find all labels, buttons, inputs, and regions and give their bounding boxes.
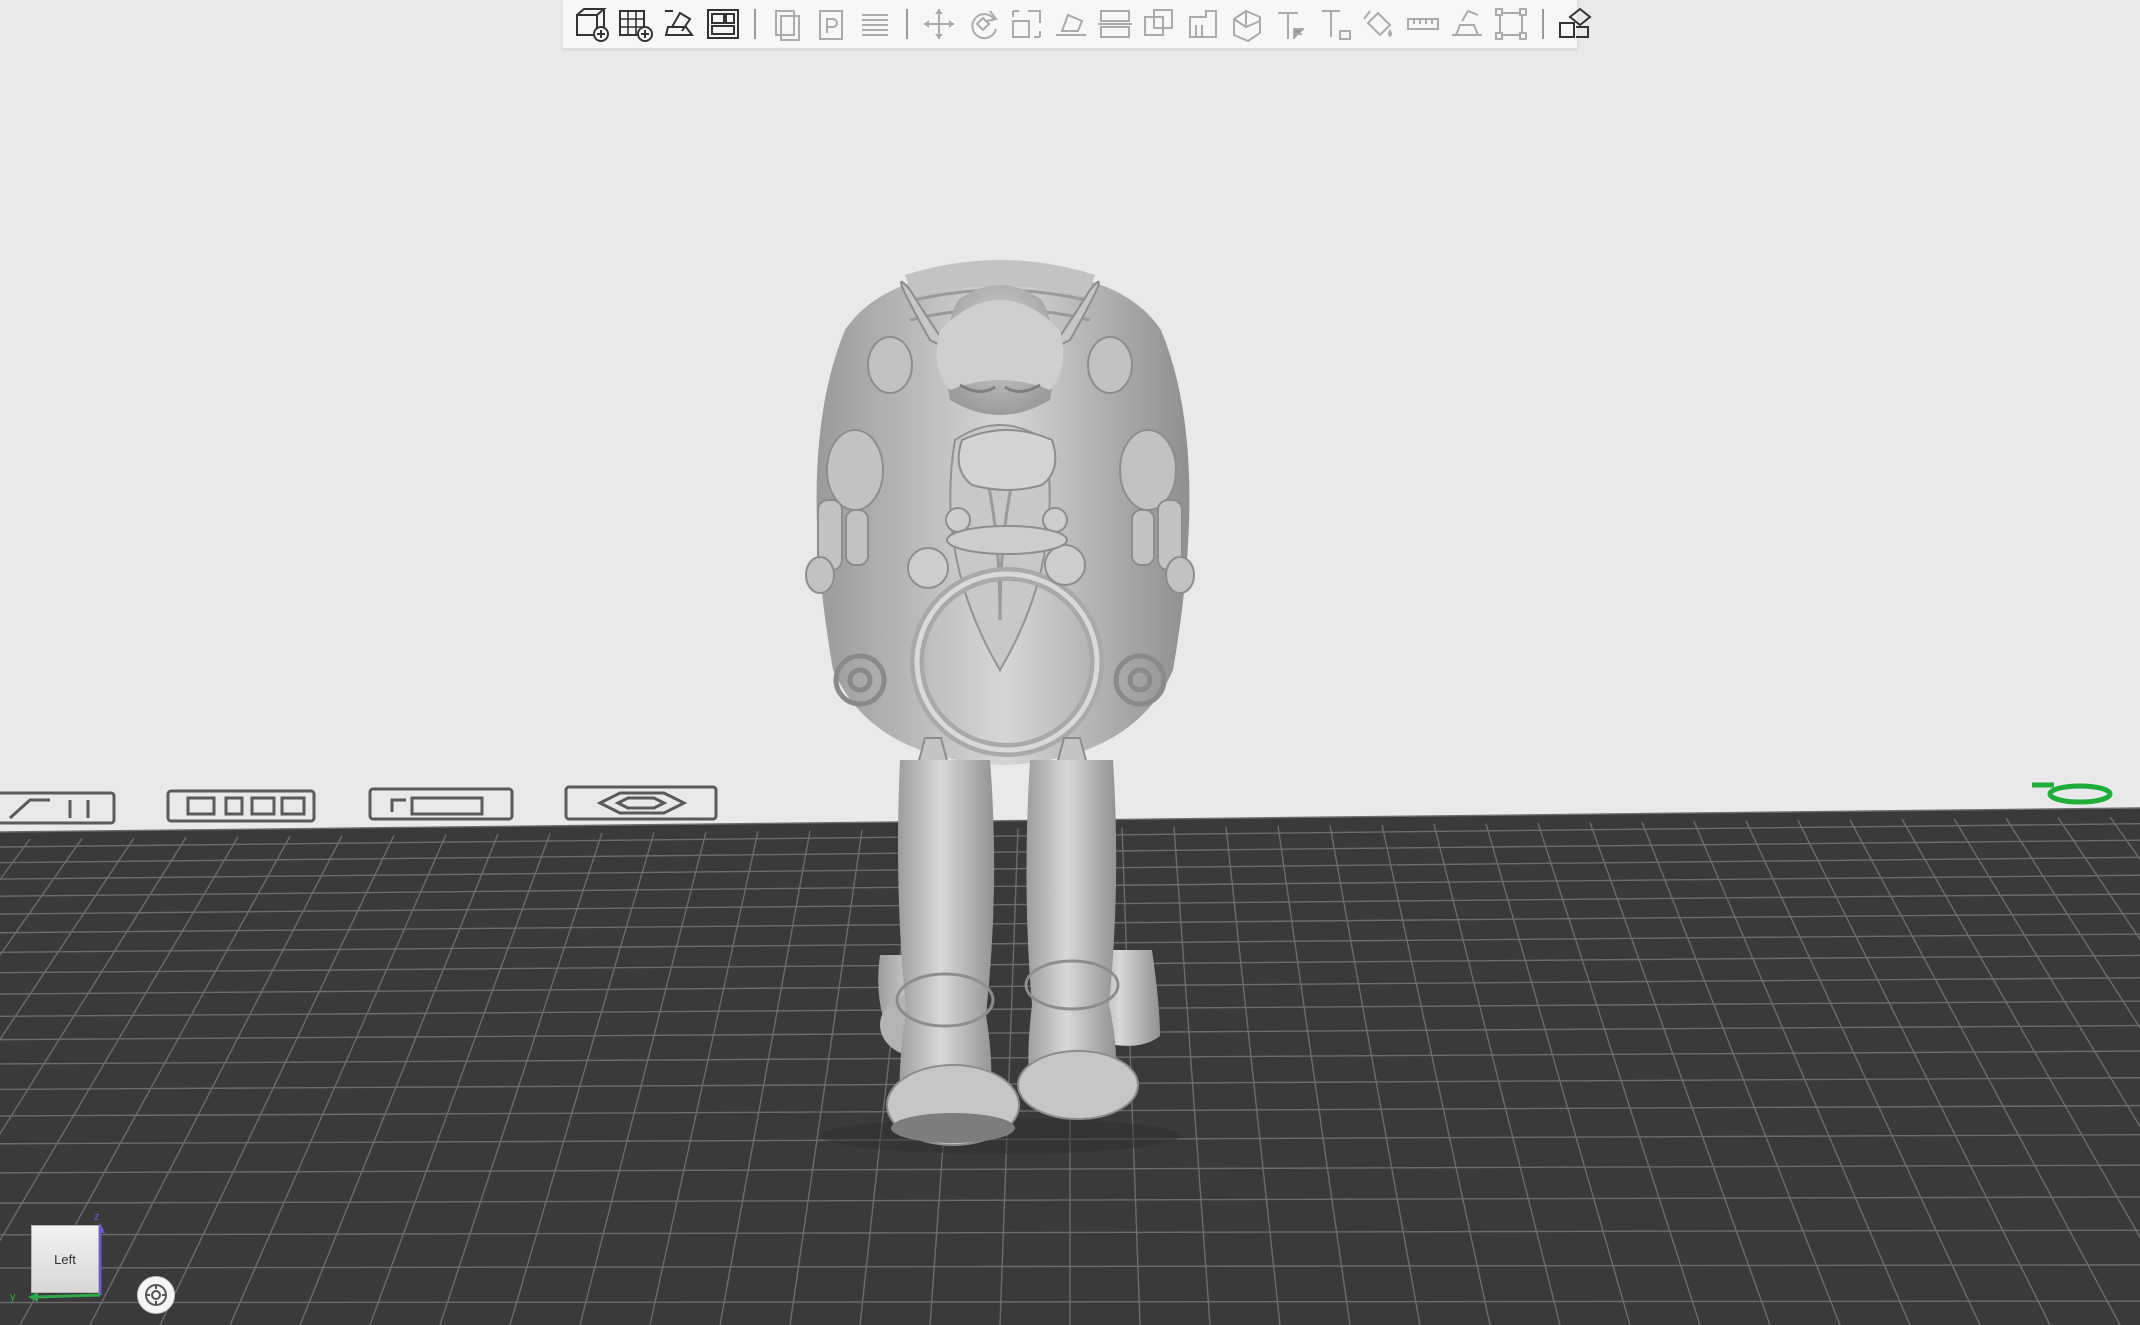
view-cube-face-left[interactable]: Left [31, 1225, 99, 1293]
camera-reset-icon [145, 1284, 167, 1306]
view-cube[interactable]: Left z y [10, 1211, 110, 1305]
axis-y-label: y [10, 1291, 16, 1303]
support-paint-button[interactable] [1181, 2, 1225, 46]
main-toolbar [563, 0, 1592, 49]
assembly-button[interactable] [1445, 2, 1489, 46]
arrange-button[interactable] [701, 2, 745, 46]
seam-paint-icon [1233, 9, 1261, 43]
toolbar-separator [1542, 9, 1544, 39]
copy-icon [775, 10, 800, 41]
seam-paint-button[interactable] [1225, 2, 1269, 46]
toolbar-separator [906, 9, 908, 39]
paste-icon [819, 10, 843, 40]
lay-on-face-button[interactable] [1049, 2, 1093, 46]
move-icon [924, 9, 954, 39]
support-paint-icon [1189, 10, 1217, 38]
add-object-icon [576, 8, 609, 42]
paste-button[interactable] [809, 2, 853, 46]
toolbar-separator [754, 9, 756, 39]
boolean-icon [1144, 9, 1173, 36]
fit-to-plate-button[interactable] [1489, 2, 1533, 46]
copy-button[interactable] [765, 2, 809, 46]
measure-icon [1407, 18, 1439, 30]
3d-viewport[interactable] [0, 0, 2140, 1325]
measure-button[interactable] [1401, 2, 1445, 46]
boolean-button[interactable] [1137, 2, 1181, 46]
add-plate-button[interactable] [613, 2, 657, 46]
scale-icon [1012, 10, 1041, 38]
split-icon [1559, 7, 1592, 38]
auto-orient-icon [664, 10, 694, 36]
add-plate-icon [619, 10, 653, 42]
color-paint-button[interactable] [1357, 2, 1401, 46]
split-button[interactable] [1553, 2, 1597, 46]
color-paint-icon [1363, 10, 1392, 37]
text-icon [1322, 10, 1351, 40]
fit-to-plate-icon [1495, 8, 1527, 40]
scale-button[interactable] [1005, 2, 1049, 46]
camera-reset-button[interactable] [137, 1276, 175, 1314]
add-object-button[interactable] [569, 2, 613, 46]
move-button[interactable] [917, 2, 961, 46]
cut-button[interactable] [1093, 2, 1137, 46]
assembly-icon [1452, 9, 1482, 36]
rotate-icon [971, 10, 998, 40]
cut-icon [1098, 10, 1132, 38]
axis-z-label: z [94, 1211, 100, 1223]
variable-layer-button[interactable] [1269, 2, 1313, 46]
rotate-button[interactable] [961, 2, 1005, 46]
lay-on-face-icon [1056, 13, 1086, 36]
layers-button[interactable] [853, 2, 897, 46]
text-button[interactable] [1313, 2, 1357, 46]
layers-icon [862, 14, 888, 36]
arrange-icon [707, 9, 739, 39]
variable-layer-icon [1278, 12, 1304, 39]
auto-orient-button[interactable] [657, 2, 701, 46]
